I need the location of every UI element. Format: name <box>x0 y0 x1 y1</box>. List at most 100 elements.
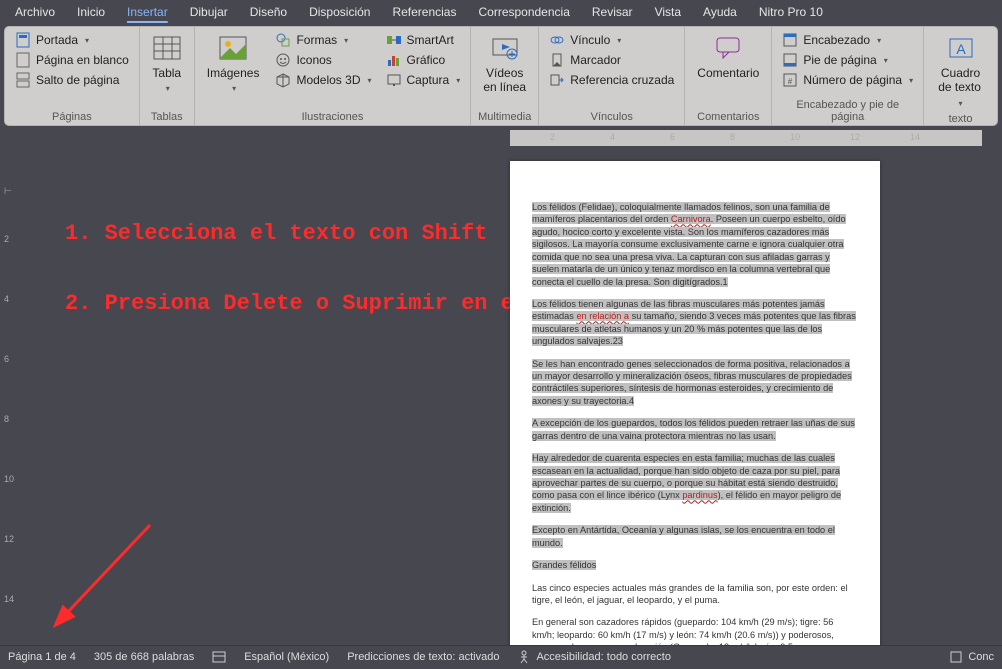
menu-correspondencia[interactable]: Correspondencia <box>467 1 580 23</box>
chevron-down-icon: ▾ <box>344 36 348 45</box>
group-ilustraciones-label: Ilustraciones <box>201 109 464 123</box>
group-paginas-label: Páginas <box>11 109 133 123</box>
modelos3d-label: Modelos 3D <box>296 73 360 87</box>
menu-inicio[interactable]: Inicio <box>66 1 116 23</box>
vertical-ruler[interactable]: ⊢ 2 4 6 8 10 12 14 <box>0 146 20 645</box>
edit-area: ⊢ 2 4 6 8 10 12 14 1. Selecciona el text… <box>0 146 1002 645</box>
group-multimedia: Vídeos en línea Multimedia <box>471 27 539 125</box>
smartart-button[interactable]: SmartArt <box>382 31 465 49</box>
iconos-button[interactable]: Iconos <box>271 51 375 69</box>
document-page[interactable]: Los félidos (Felidae), coloquialmente ll… <box>510 161 880 645</box>
status-words[interactable]: 305 de 668 palabras <box>94 651 194 663</box>
chevron-down-icon: ▾ <box>877 36 881 45</box>
menu-bar: Archivo Inicio Insertar Dibujar Diseño D… <box>0 0 1002 24</box>
document-canvas[interactable]: 1. Selecciona el texto con Shift 2. Pres… <box>20 146 1002 645</box>
formas-button[interactable]: Formas ▾ <box>271 31 375 49</box>
videos-button[interactable]: Vídeos en línea <box>477 31 532 97</box>
imagenes-button[interactable]: Imágenes ▾ <box>201 31 266 97</box>
status-predictions[interactable]: Predicciones de texto: activado <box>347 651 499 663</box>
group-vinculos: Vínculo ▾ Marcador Referencia cruzada Ví… <box>539 27 685 125</box>
screenshot-icon <box>386 72 402 88</box>
menu-nitro[interactable]: Nitro Pro 10 <box>748 1 834 23</box>
cuadro-texto-button[interactable]: A Cuadro de texto ▾ <box>930 31 991 111</box>
pie-button[interactable]: Pie de página ▾ <box>778 51 917 69</box>
chevron-down-icon: ▾ <box>367 76 371 85</box>
menu-referencias[interactable]: Referencias <box>381 1 467 23</box>
modelos3d-button[interactable]: Modelos 3D ▾ <box>271 71 375 89</box>
chevron-down-icon: ▾ <box>909 76 913 85</box>
videos-label: Vídeos en línea <box>483 66 526 95</box>
captura-button[interactable]: Captura ▾ <box>382 71 465 89</box>
numero-pagina-button[interactable]: # Número de página ▾ <box>778 71 917 89</box>
status-language[interactable]: Español (México) <box>244 651 329 663</box>
tabla-label: Tabla <box>152 66 181 80</box>
group-header-label: Encabezado y pie de página <box>778 97 917 123</box>
referencia-cruzada-button[interactable]: Referencia cruzada <box>545 71 678 89</box>
comentario-button[interactable]: Comentario <box>691 31 765 82</box>
status-accessibility[interactable]: Accesibilidad: todo correcto <box>517 650 671 664</box>
page-number-icon: # <box>782 72 798 88</box>
menu-insertar[interactable]: Insertar <box>116 1 179 23</box>
marcador-button[interactable]: Marcador <box>545 51 678 69</box>
menu-dibujar[interactable]: Dibujar <box>179 1 239 23</box>
chevron-down-icon: ▾ <box>232 84 236 93</box>
portada-label: Portada <box>36 33 78 47</box>
grafico-button[interactable]: Gráfico <box>382 51 465 69</box>
shapes-icon <box>275 32 291 48</box>
status-spellcheck[interactable] <box>212 650 226 664</box>
menu-vista[interactable]: Vista <box>644 1 692 23</box>
encabezado-label: Encabezado <box>803 33 870 47</box>
accessibility-icon <box>517 650 531 664</box>
bookmark-icon <box>549 52 565 68</box>
group-texto-label: texto <box>930 111 991 125</box>
group-comentarios: Comentario Comentarios <box>685 27 772 125</box>
chevron-down-icon: ▾ <box>884 56 888 65</box>
comentario-label: Comentario <box>697 66 759 80</box>
marcador-label: Marcador <box>570 53 621 67</box>
chevron-down-icon: ▾ <box>959 99 963 108</box>
vinculo-label: Vínculo <box>570 33 610 47</box>
tabla-button[interactable]: Tabla ▾ <box>146 31 188 97</box>
menu-disposicion[interactable]: Disposición <box>298 1 381 23</box>
status-focus[interactable]: Conc <box>949 650 994 664</box>
link-icon <box>549 32 565 48</box>
iconos-label: Iconos <box>296 53 331 67</box>
status-bar: Página 1 de 4 305 de 668 palabras Españo… <box>0 645 1002 667</box>
group-paginas: Portada ▾ Página en blanco Salto de pági… <box>5 27 140 125</box>
group-multimedia-label: Multimedia <box>477 109 532 123</box>
cross-reference-icon <box>549 72 565 88</box>
formas-label: Formas <box>296 33 337 47</box>
menu-revisar[interactable]: Revisar <box>581 1 644 23</box>
comment-icon <box>713 33 743 63</box>
pictures-icon <box>218 33 248 63</box>
encabezado-button[interactable]: Encabezado ▾ <box>778 31 917 49</box>
pagina-blanco-label: Página en blanco <box>36 53 129 67</box>
portada-button[interactable]: Portada ▾ <box>11 31 133 49</box>
spellcheck-icon <box>212 650 226 664</box>
3d-models-icon <box>275 72 291 88</box>
horizontal-ruler[interactable]: 2 4 6 8 10 12 14 <box>20 130 1002 146</box>
vinculo-button[interactable]: Vínculo ▾ <box>545 31 678 49</box>
menu-ayuda[interactable]: Ayuda <box>692 1 748 23</box>
chart-icon <box>386 52 402 68</box>
footer-icon <box>782 52 798 68</box>
menu-diseno[interactable]: Diseño <box>239 1 298 23</box>
svg-text:A: A <box>956 41 966 57</box>
group-texto: A Cuadro de texto ▾ texto <box>924 27 997 125</box>
group-ilustraciones: Imágenes ▾ Formas ▾ Iconos Modelos 3D ▾ <box>195 27 471 125</box>
imagenes-label: Imágenes <box>207 66 260 80</box>
status-page[interactable]: Página 1 de 4 <box>8 651 76 663</box>
menu-archivo[interactable]: Archivo <box>4 1 66 23</box>
ribbon: Portada ▾ Página en blanco Salto de pági… <box>4 26 998 126</box>
group-tablas: Tabla ▾ Tablas <box>140 27 195 125</box>
captura-label: Captura <box>407 73 450 87</box>
salto-pagina-button[interactable]: Salto de página <box>11 71 133 89</box>
cover-page-icon <box>15 32 31 48</box>
chevron-down-icon: ▾ <box>617 36 621 45</box>
smartart-label: SmartArt <box>407 33 454 47</box>
chevron-down-icon: ▾ <box>166 84 170 93</box>
pagina-blanco-button[interactable]: Página en blanco <box>11 51 133 69</box>
group-header-footer: Encabezado ▾ Pie de página ▾ # Número de… <box>772 27 924 125</box>
online-video-icon <box>490 33 520 63</box>
text-box-icon: A <box>946 33 976 63</box>
